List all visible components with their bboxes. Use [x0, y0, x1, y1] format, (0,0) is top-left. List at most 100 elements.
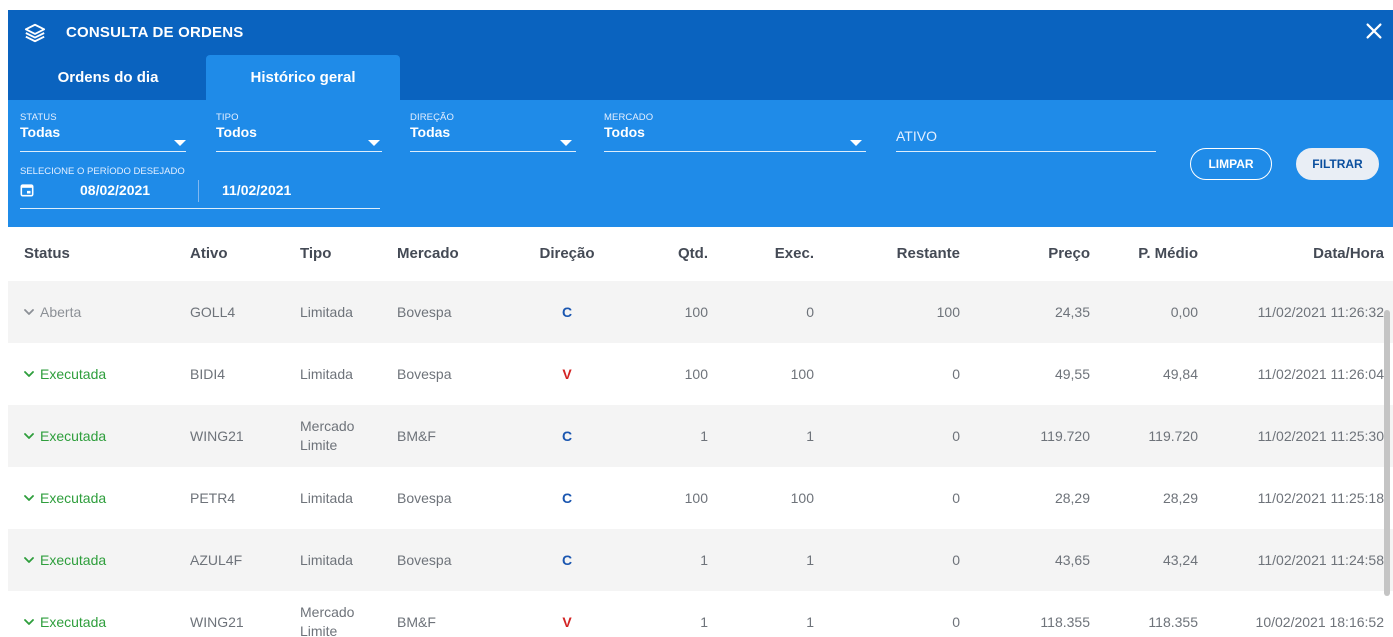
calendar-icon[interactable] [20, 183, 34, 197]
cell-pmedio: 119.720 [1148, 428, 1198, 444]
table-row[interactable]: Executada BIDI4 Limitada Bovespa V 100 1… [8, 343, 1393, 405]
chevron-down-icon[interactable] [24, 556, 34, 564]
cell-qtd: 100 [684, 366, 708, 382]
cell-datahora: 11/02/2021 11:25:18 [1257, 490, 1384, 506]
status-value: Todas [20, 124, 61, 140]
col-mercado[interactable]: Mercado [397, 227, 459, 281]
cell-datahora: 11/02/2021 11:26:04 [1257, 366, 1384, 382]
cell-pmedio: 49,84 [1162, 366, 1198, 382]
col-direcao[interactable]: Direção [522, 227, 612, 281]
cell-preco: 49,55 [1054, 366, 1090, 382]
table-row[interactable]: Executada WING21 Mercado Limite BM&F C 1… [8, 405, 1393, 467]
limpar-button[interactable]: LIMPAR [1190, 148, 1272, 180]
col-datahora[interactable]: Data/Hora [1234, 227, 1384, 281]
col-tipo[interactable]: Tipo [300, 227, 331, 281]
table-row[interactable]: Executada WING21 Mercado Limite BM&F V 1… [8, 591, 1393, 637]
col-status[interactable]: Status [24, 227, 70, 281]
cell-ativo: PETR4 [190, 490, 236, 506]
direcao-value: Todas [410, 124, 451, 140]
direcao-select[interactable]: DIREÇÃO Todas [410, 112, 576, 140]
status-text: Executada [40, 428, 107, 444]
vertical-scrollbar[interactable] [1384, 310, 1390, 596]
cell-tipo: Mercado Limite [300, 418, 355, 453]
cell-tipo: Limitada [300, 365, 353, 382]
tipo-select[interactable]: TIPO Todos [216, 112, 382, 140]
cell-exec: 1 [806, 614, 814, 630]
col-preco[interactable]: Preço [1000, 227, 1090, 281]
period-label: SELECIONE O PERÍODO DESEJADO [20, 166, 185, 177]
table-body: Aberta GOLL4 Limitada Bovespa C 100 0 10… [8, 281, 1393, 637]
title-bar: CONSULTA DE ORDENS [8, 10, 1393, 55]
orders-table: Status Ativo Tipo Mercado Direção Qtd. E… [8, 227, 1393, 637]
table-row[interactable]: Executada AZUL4F Limitada Bovespa C 1 1 … [8, 529, 1393, 591]
cell-status[interactable]: Executada [24, 405, 184, 467]
cell-preco: 119.720 [1040, 428, 1090, 444]
cell-restante: 0 [952, 490, 960, 506]
status-chevron-down-icon[interactable] [174, 140, 186, 146]
cell-preco: 118.355 [1040, 614, 1090, 630]
mercado-chevron-down-icon[interactable] [850, 140, 862, 146]
chevron-down-icon[interactable] [24, 618, 34, 626]
cell-mercado: Bovespa [397, 304, 452, 320]
direcao-chevron-down-icon[interactable] [560, 140, 572, 146]
mercado-select[interactable]: MERCADO Todos [604, 112, 866, 140]
cell-direcao: C [561, 552, 573, 568]
cell-direcao: V [562, 614, 572, 630]
cell-pmedio: 28,29 [1162, 490, 1198, 506]
tipo-chevron-down-icon[interactable] [368, 140, 380, 146]
col-restante[interactable]: Restante [860, 227, 960, 281]
cell-pmedio: 43,24 [1162, 552, 1198, 568]
tipo-underline [216, 151, 382, 152]
col-exec[interactable]: Exec. [748, 227, 814, 281]
cell-mercado: Bovespa [397, 490, 452, 506]
layers-icon [24, 23, 46, 43]
close-icon[interactable] [1363, 20, 1385, 42]
status-select[interactable]: STATUS Todas [20, 112, 186, 140]
tipo-label: TIPO [216, 112, 239, 123]
cell-status[interactable]: Executada [24, 529, 184, 591]
cell-datahora: 11/02/2021 11:25:30 [1257, 428, 1384, 444]
filters-bar: STATUS Todas TIPO Todos DIREÇÃO Todas ME… [8, 100, 1393, 227]
cell-preco: 28,29 [1054, 490, 1090, 506]
chevron-down-icon[interactable] [24, 308, 34, 316]
tab-historico-geral[interactable]: Histórico geral [206, 55, 400, 100]
cell-tipo: Mercado Limite [300, 604, 355, 637]
status-text: Executada [40, 490, 107, 506]
cell-pmedio: 118.355 [1148, 614, 1198, 630]
mercado-underline [604, 151, 866, 152]
chevron-down-icon[interactable] [24, 432, 34, 440]
ativo-underline [896, 151, 1156, 152]
mercado-value: Todos [604, 124, 645, 140]
status-underline [20, 151, 186, 152]
chevron-down-icon[interactable] [24, 494, 34, 502]
direcao-underline [410, 151, 576, 152]
cell-direcao: C [561, 428, 573, 444]
cell-mercado: BM&F [397, 614, 436, 630]
col-ativo[interactable]: Ativo [190, 227, 228, 281]
col-qtd[interactable]: Qtd. [648, 227, 708, 281]
cell-datahora: 11/02/2021 11:24:58 [1257, 552, 1384, 568]
col-pmedio[interactable]: P. Médio [1108, 227, 1198, 281]
cell-exec: 0 [806, 304, 814, 320]
tab-ordens-do-dia[interactable]: Ordens do dia [24, 55, 192, 100]
ativo-input[interactable]: ATIVO [896, 128, 937, 144]
cell-status[interactable]: Executada [24, 467, 184, 529]
table-row[interactable]: Executada PETR4 Limitada Bovespa C 100 1… [8, 467, 1393, 529]
table-row[interactable]: Aberta GOLL4 Limitada Bovespa C 100 0 10… [8, 281, 1393, 343]
cell-restante: 100 [936, 304, 960, 320]
cell-status[interactable]: Executada [24, 343, 184, 405]
cell-qtd: 1 [700, 552, 708, 568]
cell-direcao: C [561, 490, 573, 506]
cell-status[interactable]: Aberta [24, 281, 184, 343]
cell-ativo: GOLL4 [190, 304, 236, 320]
cell-status[interactable]: Executada [24, 591, 184, 637]
cell-preco: 24,35 [1054, 304, 1090, 320]
cell-exec: 100 [790, 490, 814, 506]
orders-panel-header: CONSULTA DE ORDENS Ordens do dia Históri… [8, 10, 1393, 227]
filtrar-button[interactable]: FILTRAR [1296, 148, 1379, 180]
date-divider [198, 180, 199, 202]
chevron-down-icon[interactable] [24, 370, 34, 378]
end-date-input[interactable]: 11/02/2021 [222, 182, 291, 198]
start-date-input[interactable]: 08/02/2021 [80, 182, 150, 198]
cell-qtd: 1 [700, 428, 708, 444]
